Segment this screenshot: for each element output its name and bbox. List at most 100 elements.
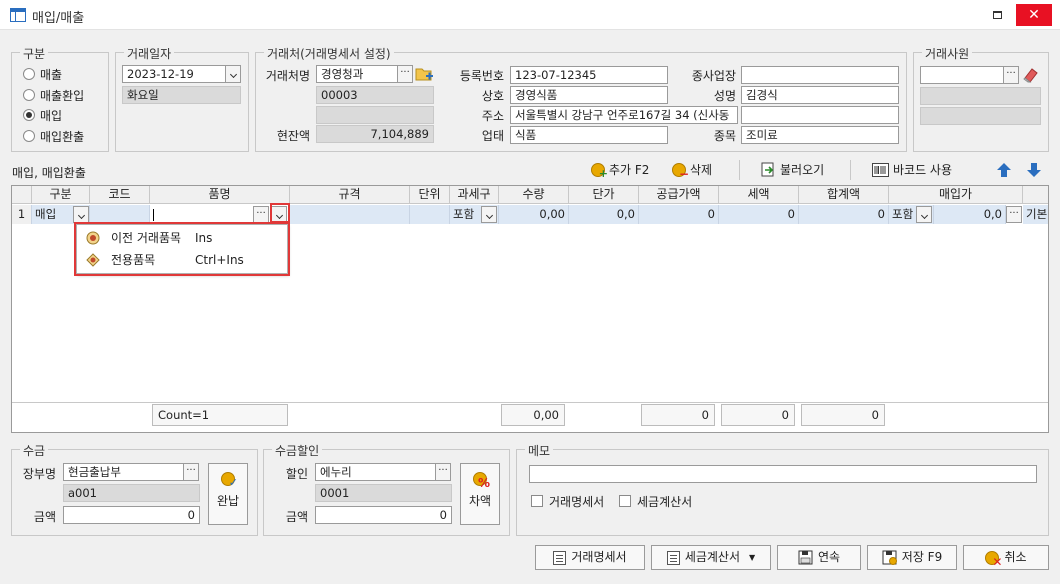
add-row-button[interactable]: + 추가 F2 (591, 159, 649, 181)
close-button[interactable]: ✕ (1016, 4, 1052, 26)
owner-input[interactable]: 김경식 (741, 86, 899, 104)
cell-spec[interactable] (290, 205, 410, 224)
barcode-icon (872, 163, 889, 177)
statement-icon (553, 550, 567, 565)
ledger-input[interactable]: 현금출납부 (63, 463, 184, 481)
title-bar: 매입/매출 ✕ (0, 0, 1060, 30)
full-payment-button[interactable]: ✓ 완납 (208, 463, 248, 525)
delete-row-button[interactable]: − 삭제 (672, 159, 712, 181)
eraser-icon[interactable] (1021, 66, 1041, 84)
col-header-spec[interactable]: 규격 (290, 186, 410, 204)
item-input[interactable]: 조미료 (741, 126, 899, 144)
radio-purchase-return[interactable] (23, 130, 35, 142)
client-name-input[interactable]: 경영청과 (316, 65, 398, 83)
difference-label: 차액 (468, 494, 492, 508)
col-header-name[interactable]: 품명 (150, 186, 290, 204)
staff-input[interactable] (920, 66, 1004, 84)
weekday-field: 화요일 (122, 86, 241, 104)
col-header-type[interactable]: 구분 (32, 186, 90, 204)
tax-invoice-checkbox[interactable] (619, 495, 631, 507)
toolbar-separator-2 (850, 160, 851, 180)
cell-vat[interactable]: 0 (719, 205, 799, 224)
client-code-field: 00003 (316, 86, 434, 104)
radio-sales[interactable] (23, 68, 35, 80)
cell-type-value: 매입 (35, 207, 57, 221)
date-dropdown-button[interactable] (225, 65, 241, 83)
cell-supply[interactable]: 0 (639, 205, 719, 224)
col-header-unit[interactable]: 단위 (410, 186, 450, 204)
cell-tax-value: 포함 (453, 207, 475, 221)
reg-no-label: 등록번호 (459, 69, 504, 83)
address-label: 주소 (481, 109, 504, 123)
col-header-code[interactable]: 코드 (90, 186, 150, 204)
discount-input[interactable]: 에누리 (315, 463, 436, 481)
save-button[interactable]: 저장 F9 (867, 545, 957, 570)
cell-name-search-button[interactable]: ··· (253, 206, 269, 223)
discount-search-button[interactable]: ··· (435, 463, 451, 481)
discount-legend: 수금할인 (272, 442, 323, 459)
col-header-tax[interactable]: 과세구 (450, 186, 499, 204)
client-extra-field (316, 106, 434, 124)
cell-type-dropdown[interactable] (73, 206, 89, 223)
col-header-total[interactable]: 합계액 (799, 186, 889, 204)
footer-qty: 0,00 (501, 404, 565, 426)
cell-extra[interactable]: 기본 (1023, 205, 1048, 224)
statement-checkbox[interactable] (531, 495, 543, 507)
cell-purchase-tax-value: 포함 (892, 207, 914, 221)
address-detail-input[interactable] (741, 106, 899, 124)
barcode-button[interactable]: 바코드 사용 (872, 159, 952, 181)
client-search-button[interactable]: ··· (397, 65, 413, 83)
branch-input[interactable] (741, 66, 899, 84)
col-header-price[interactable]: 단가 (569, 186, 639, 204)
continue-button[interactable]: 연속 (777, 545, 861, 570)
col-header-purchase-price[interactable]: 매입가 (889, 186, 1023, 204)
cell-qty[interactable]: 0,00 (499, 205, 569, 224)
radio-purchase-label: 매입 (40, 109, 63, 123)
reg-no-input[interactable]: 123-07-12345 (510, 66, 668, 84)
statement-button[interactable]: 거래명세서 (535, 545, 645, 570)
balance-label: 현잔액 (276, 129, 310, 143)
footer-vat: 0 (721, 404, 795, 426)
col-header-vat[interactable]: 세액 (719, 186, 799, 204)
col-header-rownum (12, 186, 32, 204)
maximize-icon[interactable] (993, 11, 1002, 19)
business-input[interactable]: 식품 (510, 126, 668, 144)
tax-invoice-icon (666, 550, 680, 565)
address-input[interactable]: 서울특별시 강남구 언주로167길 34 (신사동 (510, 106, 738, 124)
radio-purchase[interactable] (23, 109, 35, 121)
col-header-qty[interactable]: 수량 (499, 186, 569, 204)
tax-invoice-button[interactable]: 세금계산서 ▼ (651, 545, 771, 570)
full-payment-label: 완납 (216, 494, 240, 508)
footer-supply: 0 (641, 404, 715, 426)
date-input[interactable]: 2023-12-19 (122, 65, 226, 83)
receipt-amount-input[interactable]: 0 (63, 506, 200, 524)
cell-purchase-tax-dropdown[interactable] (916, 206, 932, 223)
radio-sales-return-label: 매출환입 (40, 89, 85, 103)
cell-total[interactable]: 0 (799, 205, 889, 224)
load-button[interactable]: 불러오기 (760, 159, 824, 181)
move-up-icon[interactable] (996, 162, 1012, 178)
col-header-extra[interactable] (1023, 186, 1048, 204)
memo-legend: 메모 (525, 442, 554, 459)
move-down-icon[interactable] (1026, 162, 1042, 178)
receipt-legend: 수금 (20, 442, 49, 459)
cell-price[interactable]: 0,0 (569, 205, 639, 224)
difference-button[interactable]: % 차액 (460, 463, 500, 525)
cancel-button[interactable]: ✕ 취소 (963, 545, 1049, 570)
tax-invoice-dropdown-icon[interactable]: ▼ (749, 546, 755, 569)
cell-tax-dropdown[interactable] (481, 206, 497, 223)
company-input[interactable]: 경영식품 (510, 86, 668, 104)
footer-total: 0 (801, 404, 885, 426)
staff-search-button[interactable]: ··· (1003, 66, 1019, 84)
discount-amount-input[interactable]: 0 (315, 506, 452, 524)
cell-unit[interactable] (410, 205, 450, 224)
ledger-search-button[interactable]: ··· (183, 463, 199, 481)
cell-purchase-price[interactable]: 0,0 (934, 205, 1006, 224)
col-header-supply[interactable]: 공급가액 (639, 186, 719, 204)
radio-sales-return[interactable] (23, 89, 35, 101)
full-payment-coin-icon: ✓ (221, 472, 238, 488)
folder-add-icon[interactable] (414, 65, 434, 83)
cell-purchase-search-button[interactable]: ··· (1006, 206, 1022, 223)
chevron-down-icon (77, 211, 85, 220)
memo-input[interactable] (529, 465, 1037, 483)
